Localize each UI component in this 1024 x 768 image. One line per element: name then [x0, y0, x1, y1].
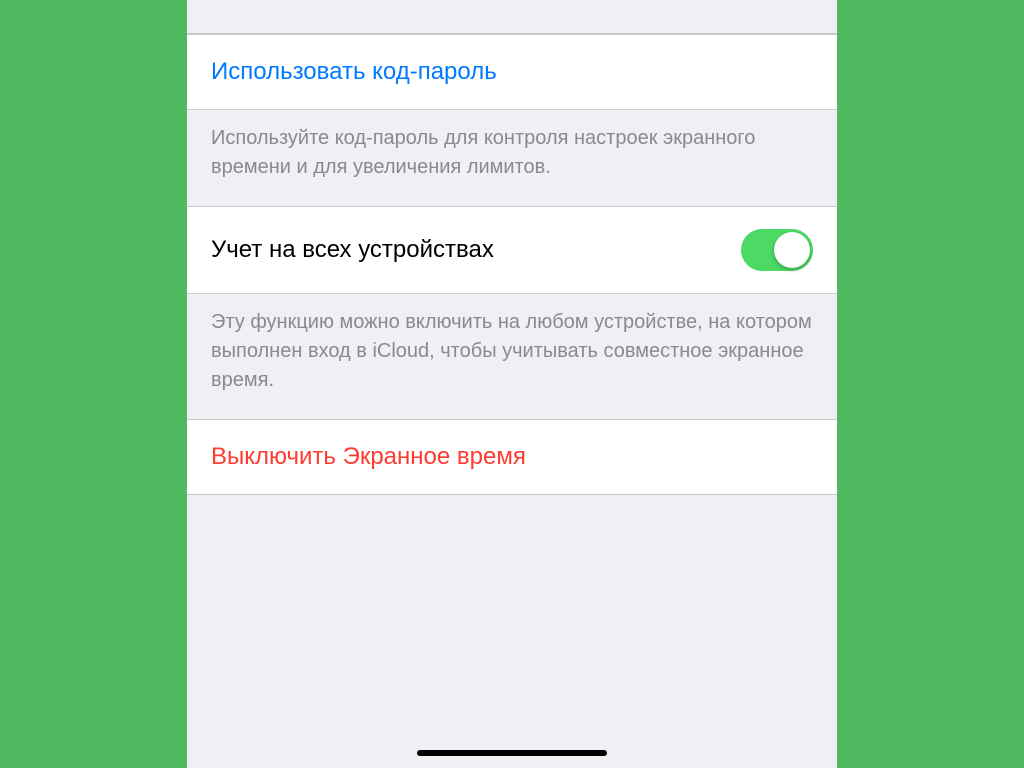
share-across-devices-row[interactable]: Учет на всех устройствах: [187, 206, 837, 294]
share-across-devices-label: Учет на всех устройствах: [211, 235, 494, 265]
turn-off-screentime-label: Выключить Экранное время: [211, 442, 526, 472]
use-passcode-label: Использовать код-пароль: [211, 57, 497, 87]
settings-panel: Использовать код-пароль Используйте код-…: [187, 0, 837, 768]
share-across-devices-toggle[interactable]: [741, 229, 813, 271]
use-passcode-footer: Используйте код-пароль для контроля наст…: [187, 110, 837, 206]
turn-off-screentime-row[interactable]: Выключить Экранное время: [187, 419, 837, 495]
toggle-knob-icon: [774, 232, 810, 268]
share-across-devices-footer: Эту функцию можно включить на любом устр…: [187, 294, 837, 419]
home-indicator-icon[interactable]: [417, 750, 607, 756]
bottom-spacer: [187, 495, 837, 535]
previous-group-divider: [187, 0, 837, 34]
use-passcode-row[interactable]: Использовать код-пароль: [187, 34, 837, 110]
